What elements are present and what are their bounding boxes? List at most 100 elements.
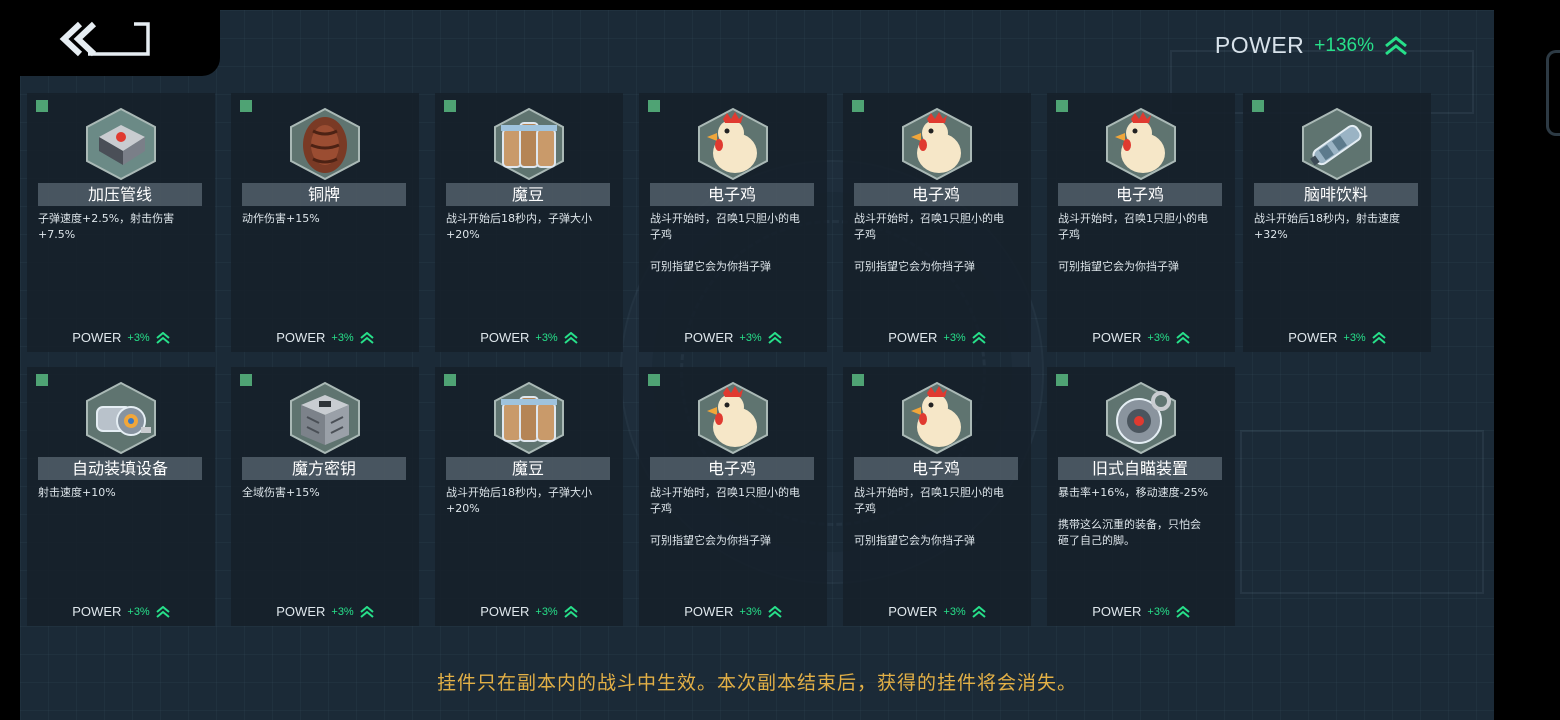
card-power-label: POWER <box>480 604 530 619</box>
pendant-card-electronic-chicken[interactable]: 电子鸡 战斗开始时，召唤1只胆小的电 子鸡 可别指望它会为你挡子弹 POWER … <box>843 367 1031 626</box>
card-power: POWER +3% <box>639 330 827 345</box>
game-screen: 加压管线 子弹速度+2.5%，射击伤害 +7.5% POWER +3% 铜牌 动… <box>20 10 1494 720</box>
double-chevron-up-icon <box>768 331 782 344</box>
electronic-chicken-icon <box>685 105 781 183</box>
brain-drink-icon <box>1289 105 1385 183</box>
card-name: 电子鸡 <box>854 457 1018 480</box>
card-power-label: POWER <box>888 604 938 619</box>
card-name: 魔豆 <box>446 183 610 206</box>
pendant-card-cube-key[interactable]: 魔方密钥 全域伤害+15% POWER +3% <box>231 367 419 626</box>
card-power: POWER +3% <box>27 330 215 345</box>
double-chevron-up-icon <box>360 605 374 618</box>
card-marker <box>1252 100 1264 112</box>
card-power-value: +3% <box>1147 605 1170 618</box>
card-power-label: POWER <box>276 604 326 619</box>
card-name: 电子鸡 <box>1058 183 1222 206</box>
double-chevron-up-icon <box>564 331 578 344</box>
card-power-label: POWER <box>1092 330 1142 345</box>
total-power-display: POWER +136% <box>1215 32 1408 59</box>
pendant-card-magic-beans[interactable]: 魔豆 战斗开始后18秒内，子弹大小 +20% POWER +3% <box>435 93 623 352</box>
electronic-chicken-icon <box>889 105 985 183</box>
card-name: 电子鸡 <box>650 183 814 206</box>
right-edge-frame <box>1546 50 1560 136</box>
card-power-label: POWER <box>684 604 734 619</box>
card-name: 旧式自瞄装置 <box>1058 457 1222 480</box>
card-description: 动作伤害+15% <box>242 212 320 225</box>
card-description: 战斗开始时，召唤1只胆小的电 子鸡 可别指望它会为你挡子弹 <box>650 212 800 273</box>
back-button[interactable] <box>58 20 158 58</box>
double-chevron-up-icon <box>1176 605 1190 618</box>
top-left-panel <box>0 0 220 76</box>
pendant-card-auto-loader[interactable]: 自动装填设备 射击速度+10% POWER +3% <box>27 367 215 626</box>
magic-beans-icon <box>481 379 577 457</box>
card-power-label: POWER <box>684 330 734 345</box>
double-chevron-up-icon <box>1176 331 1190 344</box>
card-marker <box>852 100 864 112</box>
card-power-value: +3% <box>739 605 762 618</box>
electronic-chicken-icon <box>889 379 985 457</box>
pendant-card-electronic-chicken[interactable]: 电子鸡 战斗开始时，召唤1只胆小的电 子鸡 可别指望它会为你挡子弹 POWER … <box>639 367 827 626</box>
card-power-value: +3% <box>943 331 966 344</box>
card-name: 电子鸡 <box>650 457 814 480</box>
card-power-value: +3% <box>127 605 150 618</box>
copper-badge-icon <box>277 105 373 183</box>
card-description: 射击速度+10% <box>38 486 116 499</box>
pendant-card-electronic-chicken[interactable]: 电子鸡 战斗开始时，召唤1只胆小的电 子鸡 可别指望它会为你挡子弹 POWER … <box>639 93 827 352</box>
card-power: POWER +3% <box>231 604 419 619</box>
double-chevron-up-icon <box>1372 331 1386 344</box>
pendant-card-magic-beans[interactable]: 魔豆 战斗开始后18秒内，子弹大小 +20% POWER +3% <box>435 367 623 626</box>
footer-hint: 挂件只在副本内的战斗中生效。本次副本结束后，获得的挂件将会消失。 <box>436 672 1077 694</box>
card-power: POWER +3% <box>435 604 623 619</box>
total-power-label: POWER <box>1214 32 1305 58</box>
card-power-value: +3% <box>1343 331 1366 344</box>
card-name: 魔豆 <box>446 457 610 480</box>
card-power: POWER +3% <box>843 330 1031 345</box>
card-power-label: POWER <box>1092 604 1142 619</box>
electronic-chicken-icon <box>685 379 781 457</box>
card-power-value: +3% <box>127 331 150 344</box>
double-chevron-up-icon <box>564 605 578 618</box>
card-power: POWER +3% <box>1047 330 1235 345</box>
card-power-value: +3% <box>535 331 558 344</box>
card-power: POWER +3% <box>639 604 827 619</box>
pendant-card-brain-drink[interactable]: 脑啡饮料 战斗开始后18秒内，射击速度 +32% POWER +3% <box>1243 93 1431 352</box>
magic-beans-icon <box>481 105 577 183</box>
card-power-label: POWER <box>888 330 938 345</box>
pendant-card-copper-badge[interactable]: 铜牌 动作伤害+15% POWER +3% <box>231 93 419 352</box>
card-description: 战斗开始后18秒内，子弹大小 +20% <box>446 486 592 515</box>
double-chevron-up-icon <box>972 605 986 618</box>
pendant-card-old-auto-aim[interactable]: 旧式自瞄装置 暴击率+16%，移动速度-25% 携带这么沉重的装备，只怕会 砸了… <box>1047 367 1235 626</box>
card-name: 脑啡饮料 <box>1254 183 1418 206</box>
double-chevron-up-icon <box>972 331 986 344</box>
card-power-label: POWER <box>72 330 122 345</box>
auto-loader-icon <box>73 379 169 457</box>
card-power-value: +3% <box>535 605 558 618</box>
card-power: POWER +3% <box>1243 330 1431 345</box>
card-power: POWER +3% <box>231 330 419 345</box>
background-panel-deco <box>1240 430 1484 594</box>
pendant-card-electronic-chicken[interactable]: 电子鸡 战斗开始时，召唤1只胆小的电 子鸡 可别指望它会为你挡子弹 POWER … <box>843 93 1031 352</box>
double-chevron-up-icon <box>156 331 170 344</box>
double-chevron-up-icon <box>360 331 374 344</box>
card-power-value: +3% <box>943 605 966 618</box>
card-marker <box>36 100 48 112</box>
card-name: 加压管线 <box>38 183 202 206</box>
double-chevron-up-icon <box>156 605 170 618</box>
back-arrow-icon <box>59 21 150 57</box>
card-power-label: POWER <box>276 330 326 345</box>
card-power: POWER +3% <box>843 604 1031 619</box>
card-power-value: +3% <box>331 605 354 618</box>
electronic-chicken-icon <box>1093 105 1189 183</box>
pendant-card-electronic-chicken[interactable]: 电子鸡 战斗开始时，召唤1只胆小的电 子鸡 可别指望它会为你挡子弹 POWER … <box>1047 93 1235 352</box>
card-marker <box>648 100 660 112</box>
old-auto-aim-icon <box>1093 379 1189 457</box>
double-chevron-up-icon <box>768 605 782 618</box>
card-description: 战斗开始时，召唤1只胆小的电 子鸡 可别指望它会为你挡子弹 <box>854 486 1004 547</box>
card-description: 战斗开始时，召唤1只胆小的电 子鸡 可别指望它会为你挡子弹 <box>1058 212 1208 273</box>
card-power-label: POWER <box>1288 330 1338 345</box>
pendant-card-pressure-pipe[interactable]: 加压管线 子弹速度+2.5%，射击伤害 +7.5% POWER +3% <box>27 93 215 352</box>
card-power-label: POWER <box>72 604 122 619</box>
card-name: 自动装填设备 <box>38 457 202 480</box>
card-marker <box>852 374 864 386</box>
card-marker <box>1056 100 1068 112</box>
